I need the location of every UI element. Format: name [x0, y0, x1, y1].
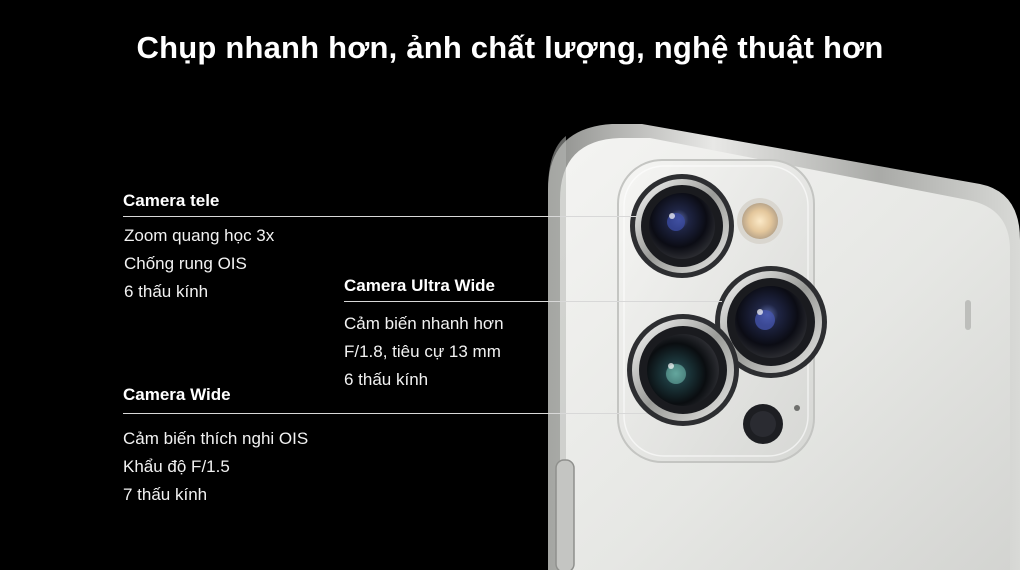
callout-line-wide [123, 413, 647, 414]
spec-item: 6 thấu kính [124, 282, 209, 301]
spec-item: 7 thấu kính [123, 485, 208, 504]
spec-list-tele: Zoom quang học 3x Chống rung OIS 6 thấu … [124, 222, 274, 306]
spec-list-ultra-wide: Cảm biến nhanh hơn F/1.8, tiêu cự 13 mm … [344, 310, 504, 394]
spec-item: 6 thấu kính [344, 370, 429, 389]
spec-item: Cảm biến nhanh hơn [344, 314, 504, 333]
spec-title-tele: Camera tele [123, 191, 220, 210]
callout-line-tele [123, 216, 637, 217]
spec-item: F/1.8, tiêu cự 13 mm [344, 342, 501, 361]
spec-item: Zoom quang học 3x [124, 226, 275, 245]
spec-title-wide: Camera Wide [123, 385, 231, 404]
callout-line-ultra-wide [344, 301, 722, 302]
spec-list-wide: Cảm biến thích nghi OIS Khẩu độ F/1.5 7 … [123, 425, 308, 509]
spec-item: Chống rung OIS [124, 254, 247, 273]
page-title: Chụp nhanh hơn, ảnh chất lượng, nghệ thu… [136, 30, 884, 65]
spec-title-ultra-wide: Camera Ultra Wide [344, 276, 496, 295]
spec-item: Cảm biến thích nghi OIS [123, 429, 309, 448]
spec-item: Khẩu độ F/1.5 [123, 457, 230, 476]
